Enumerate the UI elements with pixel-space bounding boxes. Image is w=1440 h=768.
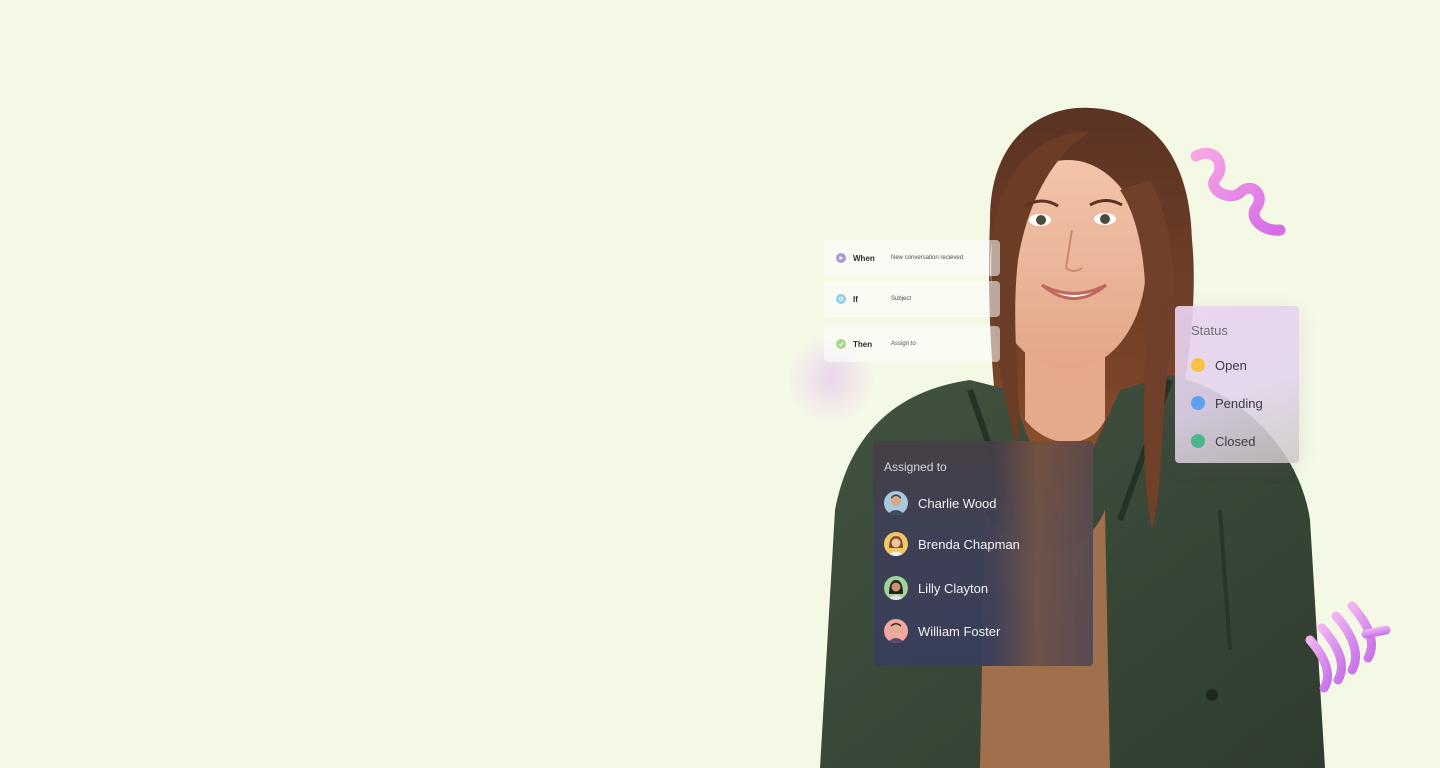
status-dot: [1191, 358, 1205, 372]
pink-squiggle-decoration: [1190, 148, 1286, 236]
avatar: [884, 576, 908, 600]
rule-value: Subject: [891, 296, 912, 302]
status-option-pending[interactable]: Pending: [1191, 392, 1299, 414]
workflow-rule-if: If Subject: [824, 281, 1000, 317]
workflow-rule-when: When New conversation recieved: [824, 240, 1000, 276]
assignee-william-foster[interactable]: William Foster: [884, 619, 1093, 643]
status-label: Closed: [1215, 433, 1256, 449]
rule-value: New conversation recieved: [891, 255, 964, 261]
avatar: [884, 619, 908, 643]
assignee-name: Brenda Chapman: [918, 536, 1020, 552]
assignee-lilly-clayton[interactable]: Lilly Clayton: [884, 576, 1093, 600]
assigned-title: Assigned to: [884, 460, 947, 474]
status-label: Open: [1215, 357, 1247, 373]
assigned-to-panel: Assigned to Charlie Wood Brenda Chapman …: [873, 441, 1093, 666]
assignee-name: Lilly Clayton: [918, 580, 989, 596]
status-option-open[interactable]: Open: [1191, 354, 1299, 376]
rule-value: Assign to: [891, 341, 916, 347]
check-icon: [836, 339, 846, 349]
hero-section: When New conversation recieved If Subjec…: [0, 0, 1440, 768]
workflow-rule-then: Then Assign to: [824, 326, 1000, 362]
status-dot: [1191, 434, 1205, 448]
filter-icon: [836, 294, 846, 304]
purple-spring-decoration: [1305, 601, 1391, 693]
status-title: Status: [1191, 323, 1228, 338]
rule-keyword: Then: [853, 339, 873, 349]
assignee-charlie-wood[interactable]: Charlie Wood: [884, 491, 1093, 515]
avatar: [884, 532, 908, 556]
status-panel: Status Open Pending Closed: [1175, 306, 1299, 463]
assignee-brenda-chapman[interactable]: Brenda Chapman: [884, 532, 1093, 556]
assignee-name: Charlie Wood: [918, 495, 997, 511]
status-label: Pending: [1215, 395, 1263, 411]
status-option-closed[interactable]: Closed: [1191, 430, 1299, 452]
avatar: [884, 491, 908, 515]
assignee-name: William Foster: [918, 623, 1001, 639]
rule-keyword: If: [853, 294, 858, 304]
status-dot: [1191, 396, 1205, 410]
play-icon: [836, 253, 846, 263]
rule-keyword: When: [853, 253, 875, 263]
